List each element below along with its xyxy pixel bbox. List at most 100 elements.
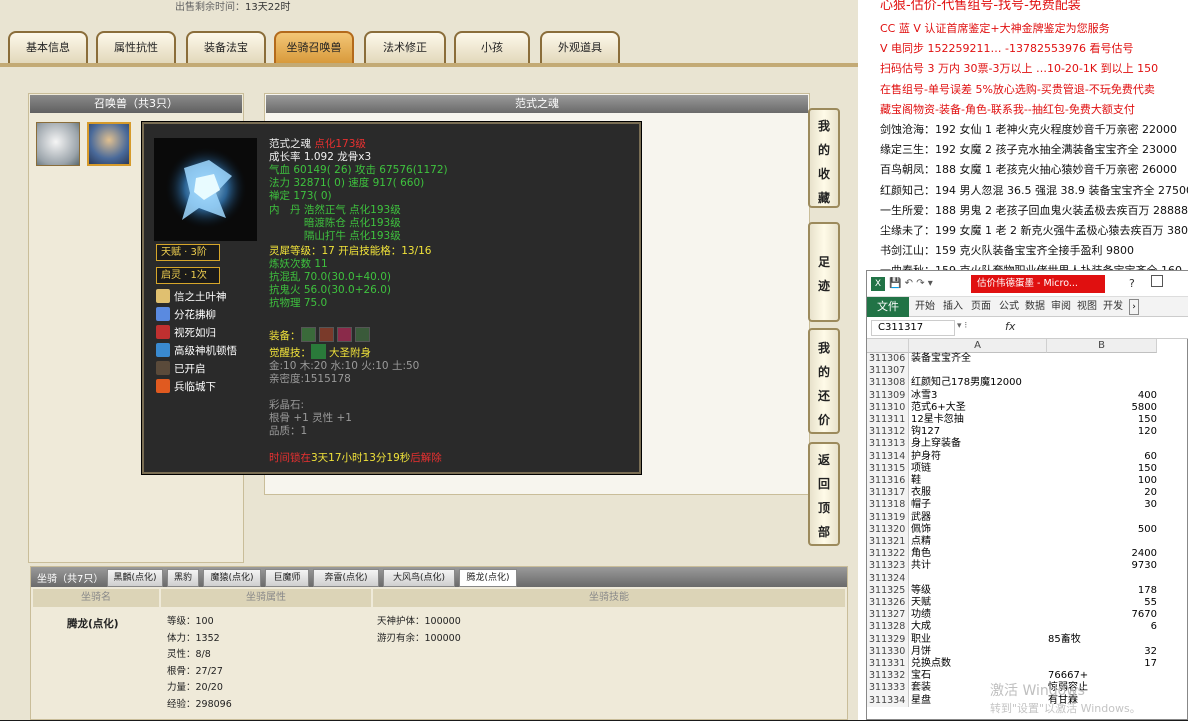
ribbon-scroll-icon[interactable]: › <box>1129 299 1139 315</box>
sheet-row[interactable]: 311312 钩127 120 <box>867 426 1188 439</box>
cell-a[interactable]: 月饼 <box>911 646 931 658</box>
cell-a[interactable]: 护身符 <box>911 451 941 463</box>
row-number[interactable]: 311332 <box>867 670 909 683</box>
cell-a[interactable]: 冰雪3 <box>911 390 937 402</box>
sheet-row[interactable]: 311330 月饼 32 <box>867 645 1188 658</box>
cell-b[interactable]: 55 <box>1049 597 1157 609</box>
sheet-row[interactable]: 311313 身上穿装备 <box>867 438 1188 451</box>
sheet-row[interactable]: 311308 红颜知己178男魔12000 <box>867 377 1188 390</box>
cell-a[interactable]: 共计 <box>911 560 931 572</box>
sheet-row[interactable]: 311307 <box>867 365 1188 378</box>
cell-b[interactable]: 6 <box>1049 621 1157 633</box>
sheet-row[interactable]: 311320 佩饰 500 <box>867 523 1188 536</box>
row-number[interactable]: 311321 <box>867 536 909 549</box>
row-number[interactable]: 311307 <box>867 365 909 378</box>
cell-b[interactable]: 60 <box>1049 451 1157 463</box>
equip-slot-4[interactable] <box>354 327 370 342</box>
row-number[interactable]: 311311 <box>867 414 909 427</box>
cell-a[interactable]: 衣服 <box>911 487 931 499</box>
ribbon-tab-data[interactable]: 数据 <box>1025 297 1045 317</box>
restore-icon[interactable] <box>1151 275 1163 287</box>
skill-3[interactable]: 视死如归 <box>156 325 216 342</box>
sheet-row[interactable]: 311316 鞋 100 <box>867 475 1188 488</box>
row-number[interactable]: 311318 <box>867 499 909 512</box>
row-number[interactable]: 311306 <box>867 353 909 366</box>
sheet-row[interactable]: 311329 职业 85畜牧 <box>867 633 1188 646</box>
cell-b[interactable]: 32 <box>1049 646 1157 658</box>
ribbon-tab-review[interactable]: 审阅 <box>1051 297 1071 317</box>
row-number[interactable]: 311310 <box>867 401 909 414</box>
sheet-row[interactable]: 311319 武器 <box>867 511 1188 524</box>
cell-b[interactable]: 20 <box>1049 487 1157 499</box>
mount-tab-2[interactable]: 黑豹 <box>167 569 199 587</box>
mount-tab-7[interactable]: 腾龙(点化) <box>459 569 517 587</box>
sheet-grid[interactable]: A B 311306 装备宝宝齐全 311307 311308 红颜知己178男魔120… <box>867 339 1188 721</box>
skill-5[interactable]: 已开启 <box>156 361 206 378</box>
ribbon-tab-page[interactable]: 页面 <box>971 297 991 317</box>
cell-a[interactable]: 佩饰 <box>911 524 931 536</box>
quick-access-icons[interactable]: 💾 ↶ ↷ ▾ <box>889 278 933 289</box>
my-favorites-button[interactable]: 我的收藏 <box>808 108 840 208</box>
cell-b[interactable]: 2400 <box>1049 548 1157 560</box>
my-offers-button[interactable]: 我的还价 <box>808 328 840 434</box>
equip-slot-3[interactable] <box>336 327 352 342</box>
ribbon-tab-home[interactable]: 开始 <box>915 297 935 317</box>
mount-tab-3[interactable]: 魔猿(点化) <box>203 569 261 587</box>
sheet-row[interactable]: 311326 天赋 55 <box>867 597 1188 610</box>
cell-b[interactable]: 7670 <box>1049 609 1157 621</box>
cell-b[interactable]: 400 <box>1049 390 1157 402</box>
sheet-row[interactable]: 311311 12星卡忽抽 150 <box>867 414 1188 427</box>
skill-2[interactable]: 分花拂柳 <box>156 307 216 324</box>
cell-b[interactable]: 500 <box>1049 524 1157 536</box>
mount-tab-6[interactable]: 大风鸟(点化) <box>383 569 455 587</box>
cell-b[interactable]: 178 <box>1049 585 1157 597</box>
cell-a[interactable]: 装备宝宝齐全 <box>911 353 971 365</box>
sheet-row[interactable]: 311324 <box>867 572 1188 585</box>
cell-a[interactable]: 套装 <box>911 682 931 694</box>
row-number[interactable]: 311322 <box>867 548 909 561</box>
tab-mounts-summons[interactable]: 坐骑召唤兽 <box>274 31 354 63</box>
sheet-row[interactable]: 311310 范式6+大圣 5800 <box>867 401 1188 414</box>
sheet-row[interactable]: 311315 项链 150 <box>867 462 1188 475</box>
sheet-row[interactable]: 311328 大成 6 <box>867 621 1188 634</box>
row-number[interactable]: 311313 <box>867 438 909 451</box>
cell-a[interactable]: 点精 <box>911 536 931 548</box>
row-number[interactable]: 311326 <box>867 597 909 610</box>
cell-a[interactable]: 红颜知己178男魔12000 <box>911 377 1022 389</box>
row-number[interactable]: 311325 <box>867 584 909 597</box>
tab-appearance[interactable]: 外观道具 <box>540 31 620 63</box>
ribbon-tab-developer[interactable]: 开发 <box>1103 297 1123 317</box>
row-number[interactable]: 311324 <box>867 572 909 585</box>
footprints-button[interactable]: 足迹 <box>808 222 840 322</box>
name-box[interactable]: C311317 <box>871 320 955 336</box>
sheet-row[interactable]: 311322 角色 2400 <box>867 548 1188 561</box>
cell-a[interactable]: 功绩 <box>911 609 931 621</box>
row-number[interactable]: 311308 <box>867 377 909 390</box>
ribbon-tab-formula[interactable]: 公式 <box>999 297 1019 317</box>
sheet-row[interactable]: 311321 点精 <box>867 536 1188 549</box>
cell-b[interactable]: 30 <box>1049 499 1157 511</box>
equip-slot-2[interactable] <box>318 327 334 342</box>
row-number[interactable]: 311320 <box>867 523 909 536</box>
summon-avatar-1[interactable] <box>36 122 80 166</box>
row-number[interactable]: 311316 <box>867 475 909 488</box>
row-number[interactable]: 311331 <box>867 658 909 671</box>
back-to-top-button[interactable]: 返回顶部 <box>808 442 840 546</box>
cell-b[interactable]: 150 <box>1049 463 1157 475</box>
column-header-a[interactable]: A <box>909 339 1047 353</box>
cell-a[interactable]: 鞋 <box>911 475 921 487</box>
skill-1[interactable]: 信之土叶神 <box>156 289 227 306</box>
cell-a[interactable]: 职业 <box>911 634 931 646</box>
cell-a[interactable]: 武器 <box>911 512 931 524</box>
cell-a[interactable]: 身上穿装备 <box>911 438 961 450</box>
column-header-b[interactable]: B <box>1047 339 1157 353</box>
equip-slot-1[interactable] <box>300 327 316 342</box>
row-number[interactable]: 311317 <box>867 487 909 500</box>
mount-tab-1[interactable]: 黑麟(点化) <box>107 569 163 587</box>
row-number[interactable]: 311334 <box>867 694 909 707</box>
cell-b[interactable]: 9730 <box>1049 560 1157 572</box>
sheet-row[interactable]: 311309 冰雪3 400 <box>867 389 1188 402</box>
row-number[interactable]: 311328 <box>867 621 909 634</box>
sheet-row[interactable]: 311323 共计 9730 <box>867 560 1188 573</box>
row-number[interactable]: 311315 <box>867 462 909 475</box>
